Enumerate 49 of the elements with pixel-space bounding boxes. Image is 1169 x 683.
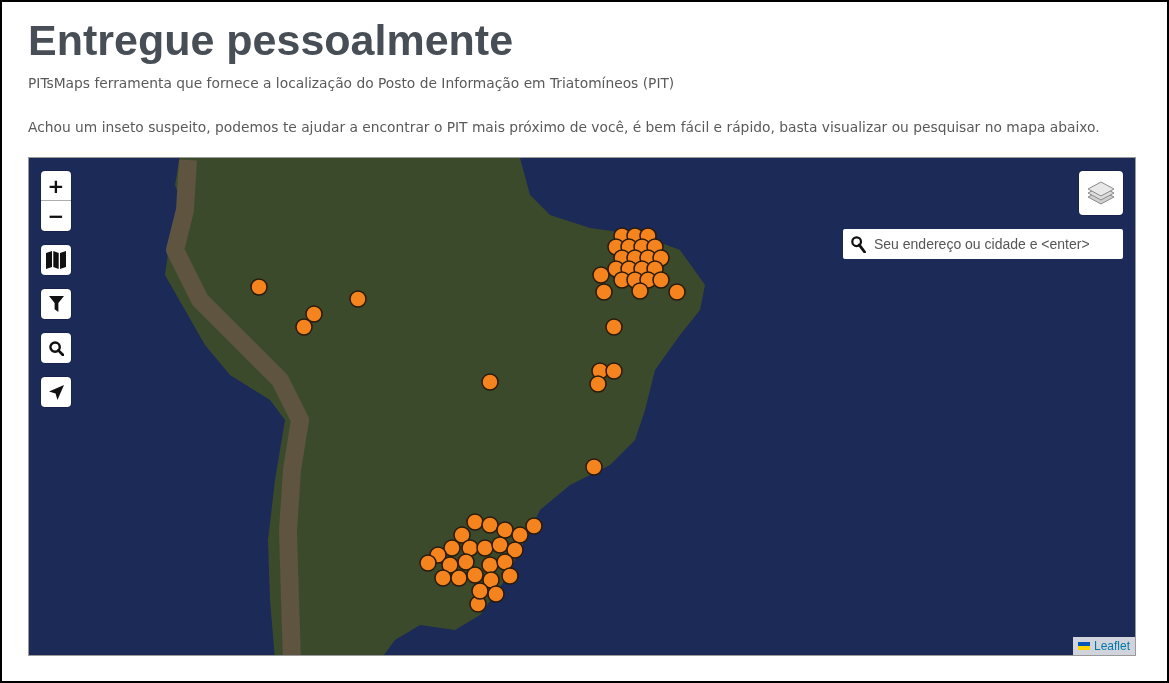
map-marker-icon[interactable] xyxy=(481,373,499,391)
map-marker-icon[interactable] xyxy=(595,283,613,301)
map-marker-icon[interactable] xyxy=(487,585,505,603)
map-marker-icon[interactable] xyxy=(525,517,543,535)
layers-icon xyxy=(1087,180,1115,206)
map-marker-icon[interactable] xyxy=(419,554,437,572)
map-marker-icon[interactable] xyxy=(652,271,670,289)
map-marker-icon[interactable] xyxy=(466,566,484,584)
map-marker-icon[interactable] xyxy=(501,567,519,585)
locate-button[interactable] xyxy=(41,377,71,407)
map-marker-icon[interactable] xyxy=(496,553,514,571)
map-marker-icon[interactable] xyxy=(631,282,649,300)
zoom-in-button[interactable]: + xyxy=(41,171,71,201)
map-marker-icon[interactable] xyxy=(668,283,686,301)
map-marker-icon[interactable] xyxy=(305,305,323,323)
map-marker-icon[interactable] xyxy=(592,266,610,284)
map-marker-icon[interactable] xyxy=(466,513,484,531)
map-marker-icon[interactable] xyxy=(450,569,468,587)
search-button[interactable] xyxy=(41,333,71,363)
map-marker-icon[interactable] xyxy=(453,526,471,544)
map-marker-icon[interactable] xyxy=(506,541,524,559)
filter-button[interactable] xyxy=(41,289,71,319)
search-icon xyxy=(851,235,866,253)
subtitle-text: PITsMaps ferramenta que fornece a localização do Posto de Informação em Triatomíneos (PIT) xyxy=(28,74,675,93)
map-marker-icon[interactable] xyxy=(443,539,461,557)
map-icon xyxy=(46,251,66,269)
basemap-button[interactable] xyxy=(41,245,71,275)
navigation-arrow-icon xyxy=(48,384,64,400)
layers-button[interactable] xyxy=(1079,171,1123,215)
map-marker-icon[interactable] xyxy=(349,290,367,308)
map-marker-icon[interactable] xyxy=(491,536,509,554)
address-search-field[interactable]: Seu endereço ou cidade e <enter> xyxy=(843,229,1123,259)
map-marker-icon[interactable] xyxy=(605,318,623,336)
page-title: Entregue pessoalmente xyxy=(28,15,514,66)
map-marker-icon[interactable] xyxy=(511,526,529,544)
map-marker-icon[interactable] xyxy=(589,375,607,393)
map-marker-icon[interactable] xyxy=(585,458,603,476)
map-marker-icon[interactable] xyxy=(471,582,489,600)
map-marker-icon[interactable] xyxy=(457,553,475,571)
intro-text: Achou um inseto suspeito, podemos te ajudar a encontrar o PIT mais próximo de você, é bem fácil e rápido, basta visualizar ou pesquisar no mapa abaixo. xyxy=(28,118,1100,137)
map-marker-icon[interactable] xyxy=(496,521,514,539)
map-marker-icon[interactable] xyxy=(295,318,313,336)
map-marker-icon[interactable] xyxy=(250,278,268,296)
map-marker-icon[interactable] xyxy=(481,516,499,534)
search-icon xyxy=(48,340,64,356)
map-marker-icon[interactable] xyxy=(605,362,623,380)
flag-icon xyxy=(1077,642,1090,650)
filter-icon xyxy=(48,296,64,312)
zoom-out-button[interactable]: − xyxy=(41,201,71,231)
